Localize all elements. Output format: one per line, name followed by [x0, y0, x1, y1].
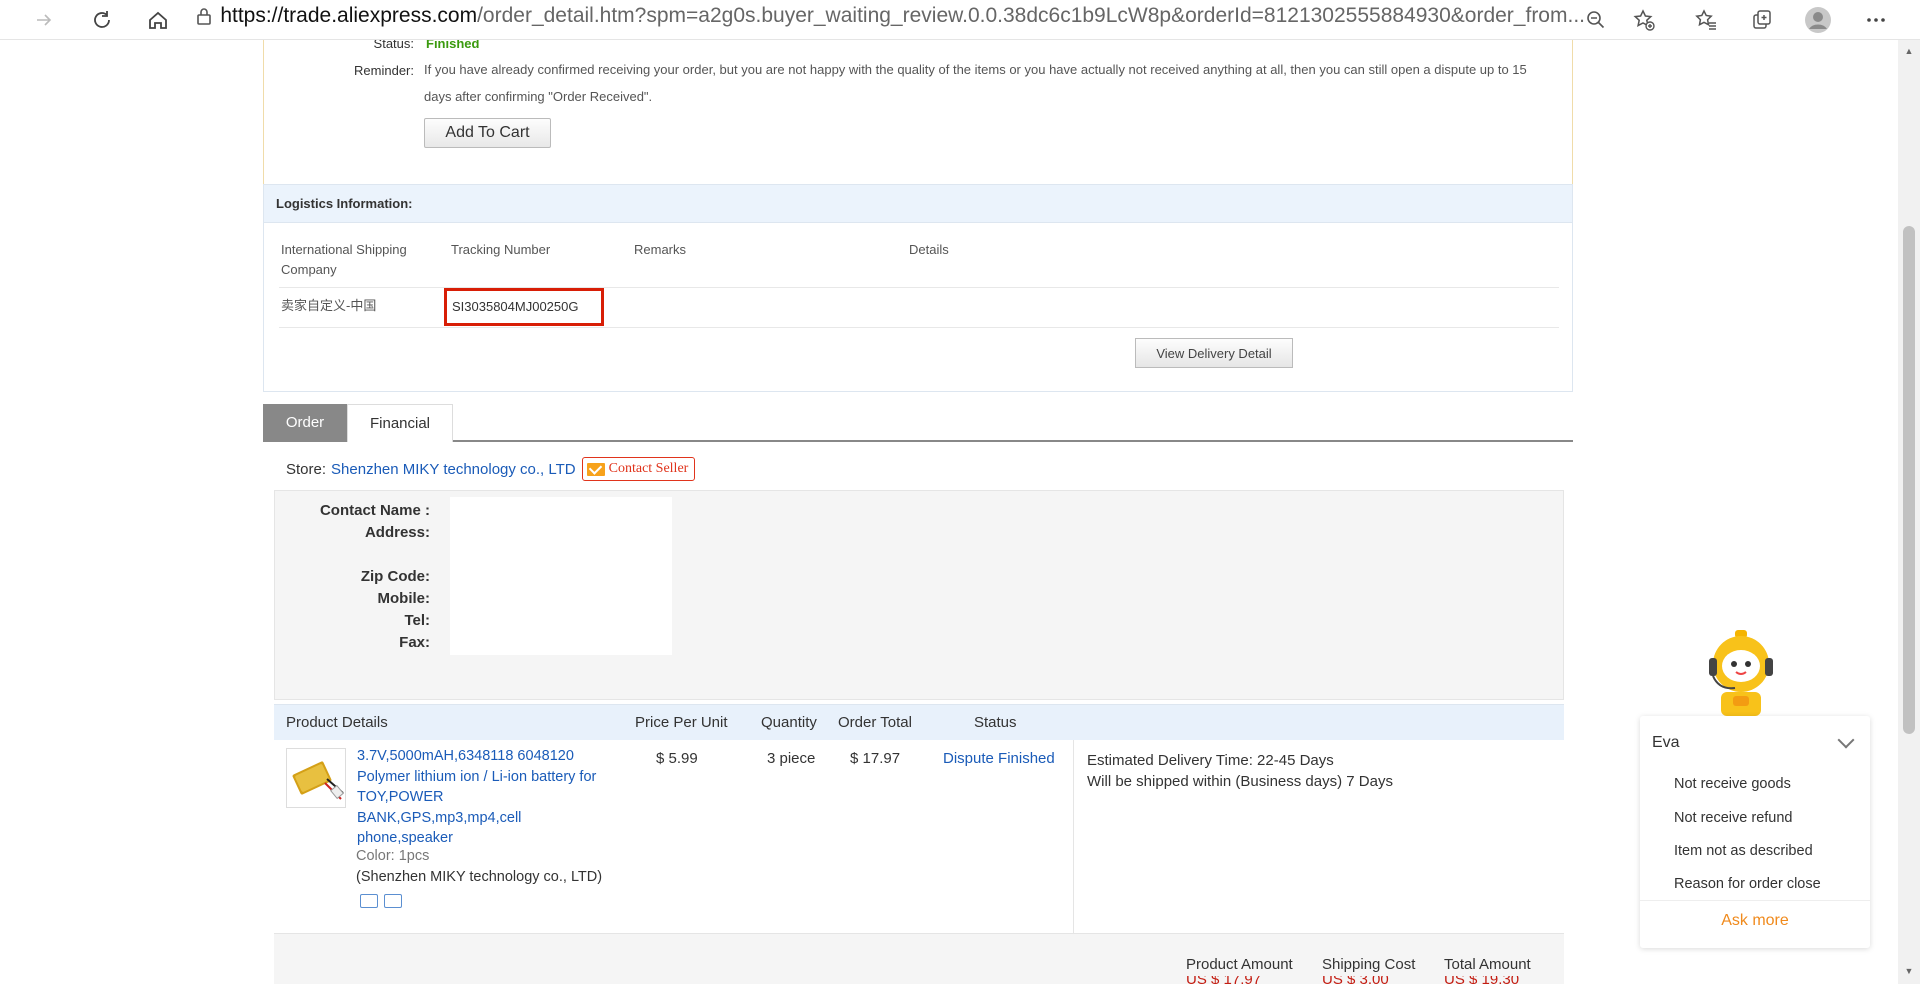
url-path: /order_detail.htm?spm=a2g0s.buyer_waitin…	[477, 4, 1585, 27]
contact-name-label: Contact Name :	[319, 502, 430, 519]
dispute-status-link[interactable]: Dispute Finished	[943, 750, 1055, 767]
divider	[279, 327, 1559, 328]
contact-values-area	[450, 497, 672, 655]
reminder-label: Reminder:	[354, 63, 414, 78]
forward-arrow-icon[interactable]	[28, 4, 60, 36]
reload-icon[interactable]	[86, 4, 118, 36]
chat-assistant-card: Eva Not receive goods Not receive refund…	[1640, 716, 1870, 948]
view-delivery-detail-button[interactable]: View Delivery Detail	[1135, 338, 1293, 368]
home-icon[interactable]	[142, 4, 174, 36]
zip-code-label: Zip Code:	[360, 568, 430, 585]
col-shipping-company: International Shipping Company	[281, 242, 407, 277]
address-bar[interactable]: https://trade.aliexpress.com/order_detai…	[195, 0, 1585, 32]
scroll-thumb[interactable]	[1903, 226, 1915, 734]
col-details: Details	[909, 242, 949, 257]
store-line: Store: Shenzhen MIKY technology co., LTD…	[286, 457, 696, 481]
store-name-link[interactable]: Shenzhen MIKY technology co., LTD	[331, 461, 576, 478]
zoom-icon[interactable]	[1580, 4, 1612, 36]
ship-within: Will be shipped within (Business days) 7…	[1087, 773, 1393, 790]
total-amount-label: Total Amount	[1444, 956, 1531, 973]
contact-seller-label: Contact Seller	[608, 461, 689, 476]
add-to-cart-button[interactable]: Add To Cart	[424, 118, 551, 148]
shipping-company-value: 卖家自定义-中国	[281, 298, 377, 313]
header-price-per-unit: Price Per Unit	[635, 714, 728, 731]
chat-option-item-not-as-described[interactable]: Item not as described	[1674, 843, 1813, 859]
tel-label: Tel:	[404, 612, 430, 629]
status-label: Status:	[373, 40, 414, 51]
snapshot-icon[interactable]	[360, 894, 378, 908]
product-amount-label: Product Amount	[1186, 956, 1293, 973]
browser-toolbar: https://trade.aliexpress.com/order_detai…	[0, 0, 1920, 40]
contact-seller-button[interactable]: Contact Seller	[581, 457, 696, 481]
order-tabs: Order Financial	[263, 404, 1573, 442]
unit-price: $ 5.99	[656, 750, 698, 767]
estimated-delivery-time: Estimated Delivery Time: 22-45 Days	[1087, 752, 1334, 769]
product-color: Color: 1pcs	[356, 848, 430, 864]
tab-order[interactable]: Order	[263, 404, 347, 442]
store-label: Store:	[286, 460, 327, 478]
logistics-panel: Logistics Information: International Shi…	[263, 184, 1573, 392]
compare-icon[interactable]	[384, 894, 402, 908]
chat-option-not-receive-goods[interactable]: Not receive goods	[1674, 776, 1791, 792]
logistics-header: Logistics Information:	[264, 185, 1572, 223]
url-host: https://trade.aliexpress.com	[220, 4, 478, 27]
shipping-cost-value: US $ 3.00	[1322, 976, 1389, 984]
header-status: Status	[974, 714, 1017, 731]
shipping-cost-label: Shipping Cost	[1322, 956, 1416, 973]
assistant-name: Eva	[1652, 734, 1680, 751]
header-quantity: Quantity	[761, 714, 817, 731]
mail-icon	[586, 462, 605, 476]
reminder-text: If you have already confirmed receiving …	[424, 62, 1527, 104]
scroll-down-icon[interactable]: ▼	[1903, 966, 1915, 976]
chevron-down-icon[interactable]	[1837, 731, 1855, 749]
tracking-number-value[interactable]: SI3035804MJ00250G	[452, 297, 578, 317]
chat-option-reason-for-order-close[interactable]: Reason for order close	[1674, 876, 1821, 892]
col-tracking-number: Tracking Number	[451, 242, 551, 257]
tab-financial[interactable]: Financial	[347, 404, 453, 442]
table-row: 3.7V,5000mAH,6348118 6048120 Polymer lit…	[274, 740, 1564, 934]
contact-info-panel: Contact Name : Address: Zip Code: Mobile…	[274, 490, 1564, 700]
more-menu-icon[interactable]	[1860, 4, 1892, 36]
favorites-icon[interactable]	[1690, 4, 1722, 36]
product-thumbnail[interactable]	[286, 748, 346, 808]
status-value: Finished	[426, 40, 480, 51]
add-favorite-icon[interactable]	[1628, 4, 1660, 36]
divider	[1640, 900, 1870, 901]
product-title-link[interactable]: 3.7V,5000mAH,6348118 6048120 Polymer lit…	[357, 746, 607, 849]
delivery-info: Estimated Delivery Time: 22-45 Days Will…	[1087, 750, 1393, 792]
header-product-details: Product Details	[286, 714, 388, 731]
divider	[1073, 740, 1074, 934]
ask-more-button[interactable]: Ask more	[1640, 912, 1870, 930]
scroll-up-icon[interactable]: ▲	[1903, 46, 1915, 56]
page-content: Status: Finished Reminder: If you have a…	[0, 40, 1898, 984]
page-scrollbar[interactable]: ▲ ▼	[1898, 40, 1920, 984]
product-amount-value: US $ 17.97	[1186, 976, 1261, 984]
quantity-value: 3 piece	[767, 750, 816, 767]
profile-avatar-icon[interactable]	[1802, 4, 1834, 36]
header-order-total: Order Total	[838, 714, 912, 731]
col-remarks: Remarks	[634, 242, 687, 257]
lock-icon	[195, 6, 220, 26]
assistant-robot-icon[interactable]	[1703, 630, 1779, 716]
total-amount-value: US $ 19.30	[1444, 976, 1519, 984]
address-label: Address:	[364, 524, 430, 541]
product-seller: (Shenzhen MIKY technology co., LTD)	[356, 869, 603, 885]
chat-option-not-receive-refund[interactable]: Not receive refund	[1674, 810, 1792, 826]
products-table-header: Product Details Price Per Unit Quantity …	[274, 704, 1564, 740]
fax-label: Fax:	[399, 634, 430, 651]
collections-icon[interactable]	[1746, 4, 1778, 36]
order-total-value: $ 17.97	[850, 750, 901, 767]
mobile-label: Mobile:	[377, 590, 431, 607]
